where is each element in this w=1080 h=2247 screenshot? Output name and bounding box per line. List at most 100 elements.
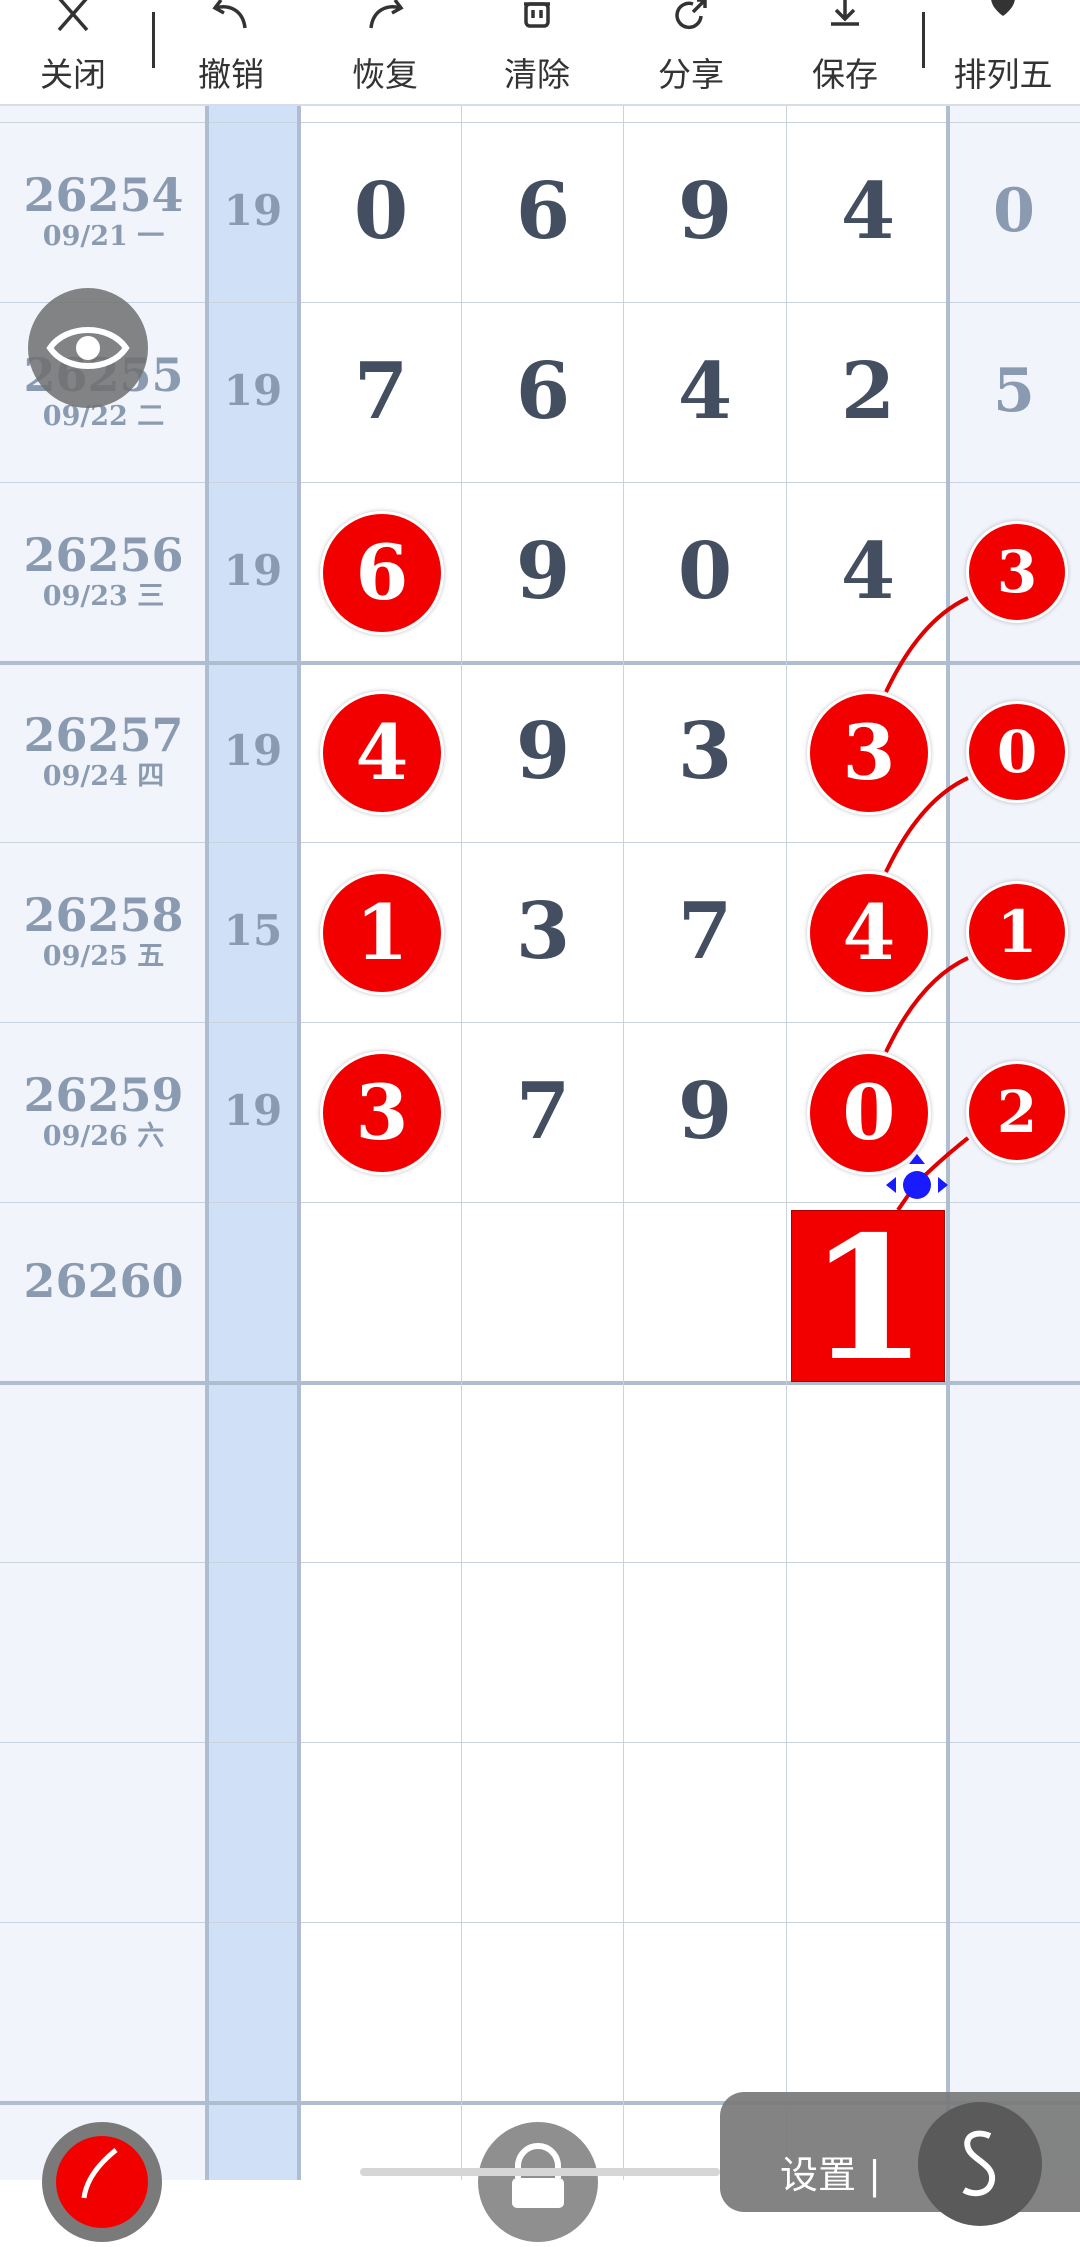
toolbar: 关闭 撤销 恢复 清除 分享 保存 排列五 [0,0,1080,106]
issue-date: 09/24 四 [42,761,165,792]
sum-value: 19 [223,546,283,595]
sum-column [207,106,299,2180]
marked-digit-ball[interactable]: 3 [807,691,931,815]
marked-last-digit-ball[interactable]: 1 [966,881,1068,983]
digit-cell[interactable]: 0 [301,166,461,257]
sum-value: 19 [223,1086,283,1135]
issue-number: 26258 [23,888,184,942]
column-divider [786,106,787,2180]
undo-label: 撤销 [198,55,264,94]
marked-digit-ball[interactable]: 4 [807,871,931,995]
pen-tool-button[interactable] [42,2122,162,2242]
issue-number: 26257 [23,708,184,762]
toolbar-separator [152,12,155,68]
issue-number: 26256 [23,528,184,582]
row-divider [0,842,1080,843]
issue-number: 26260 [23,1254,184,1308]
marked-digit-ball[interactable]: 0 [807,1051,931,1175]
row-divider [0,1562,1080,1563]
undo-icon [212,0,247,29]
row-divider [0,1742,1080,1743]
close-icon [57,0,89,32]
mode-label: 排列五 [953,55,1053,94]
eye-icon [46,327,130,369]
issue-cell: 26254 09/21 一 [0,172,207,252]
row-divider [0,1922,1080,1923]
toolbar-separator [922,12,925,68]
digit-cell[interactable]: 6 [463,346,623,437]
issue-number: 26254 [23,168,184,222]
sum-value: 19 [223,366,283,415]
last-digit-value: 5 [993,356,1035,426]
digit-cell[interactable]: 4 [788,166,948,257]
marked-last-digit-ball[interactable]: 2 [966,1061,1068,1163]
trash-icon [524,2,550,28]
digit-cell[interactable]: 9 [463,526,623,617]
mode-selector-button[interactable]: 排列五 [938,0,1068,104]
marked-digit-ball[interactable]: 4 [320,691,444,815]
script-s-icon [962,2130,996,2197]
clear-label: 清除 [504,55,570,94]
share-icon [675,0,707,30]
sum-value: 19 [223,726,283,775]
marked-last-digit-ball[interactable]: 0 [966,701,1068,803]
redo-button[interactable]: 恢复 [320,0,450,104]
digit-cell[interactable]: 9 [625,166,785,257]
sum-value: 19 [223,186,283,235]
close-label: 关闭 [40,55,106,94]
marked-last-digit-ball[interactable]: 3 [966,521,1068,623]
close-button[interactable]: 关闭 [8,0,138,104]
redo-icon [369,0,404,29]
last-digit-value: 0 [993,176,1035,246]
row-divider [0,122,1080,123]
digit-cell[interactable]: 3 [625,706,785,797]
issue-date: 09/25 五 [42,941,165,972]
digit-cell[interactable]: 6 [463,166,623,257]
marked-digit-ball[interactable]: 1 [320,871,444,995]
digit-cell[interactable]: 4 [788,526,948,617]
share-button[interactable]: 分享 [626,0,756,104]
share-label: 分享 [658,55,724,94]
issue-date: 09/23 三 [42,581,165,612]
row-divider [0,302,1080,303]
digit-cell[interactable]: 4 [625,346,785,437]
marked-digit-ball[interactable]: 6 [320,511,444,635]
digit-cell[interactable]: 9 [625,1066,785,1157]
eye-toggle-button[interactable] [28,288,148,408]
save-button[interactable]: 保存 [780,0,910,104]
digit-cell[interactable]: 0 [625,526,785,617]
lock-button[interactable] [478,2122,598,2242]
group-divider [0,661,1080,665]
undo-button[interactable]: 撤销 [166,0,296,104]
digit-cell[interactable]: 2 [788,346,948,437]
pen-color-swatch [56,2136,148,2228]
row-divider [0,1022,1080,1023]
script-button[interactable] [918,2102,1042,2226]
digit-cell[interactable]: 7 [301,346,461,437]
settings-label: 设置 | [780,2153,881,2197]
issue-date: 09/21 一 [42,221,165,252]
redo-label: 恢复 [352,55,418,94]
issue-number: 26259 [23,1068,184,1122]
digit-cell[interactable]: 3 [463,886,623,977]
digit-cell[interactable]: 7 [625,886,785,977]
clear-button[interactable]: 清除 [472,0,602,104]
dropdown-marker-icon [991,0,1015,16]
download-icon [831,0,859,26]
digit-cell[interactable]: 7 [463,1066,623,1157]
home-indicator [360,2168,720,2176]
pen-icon [81,2148,118,2199]
lock-icon [512,2143,564,2208]
save-label: 保存 [812,55,878,94]
issue-cell: 26259 09/26 六 [0,1072,207,1152]
sum-value: 15 [223,906,283,955]
issue-cell: 26260 [0,1258,207,1304]
column-divider [461,106,462,2180]
marked-digit-ball[interactable]: 3 [320,1051,444,1175]
digit-cell[interactable]: 9 [463,706,623,797]
issue-date: 09/26 六 [42,1121,165,1152]
column-divider [623,106,624,2180]
issue-cell: 26258 09/25 五 [0,892,207,972]
row-divider [0,482,1080,483]
prediction-box[interactable]: 1 [791,1210,945,1387]
